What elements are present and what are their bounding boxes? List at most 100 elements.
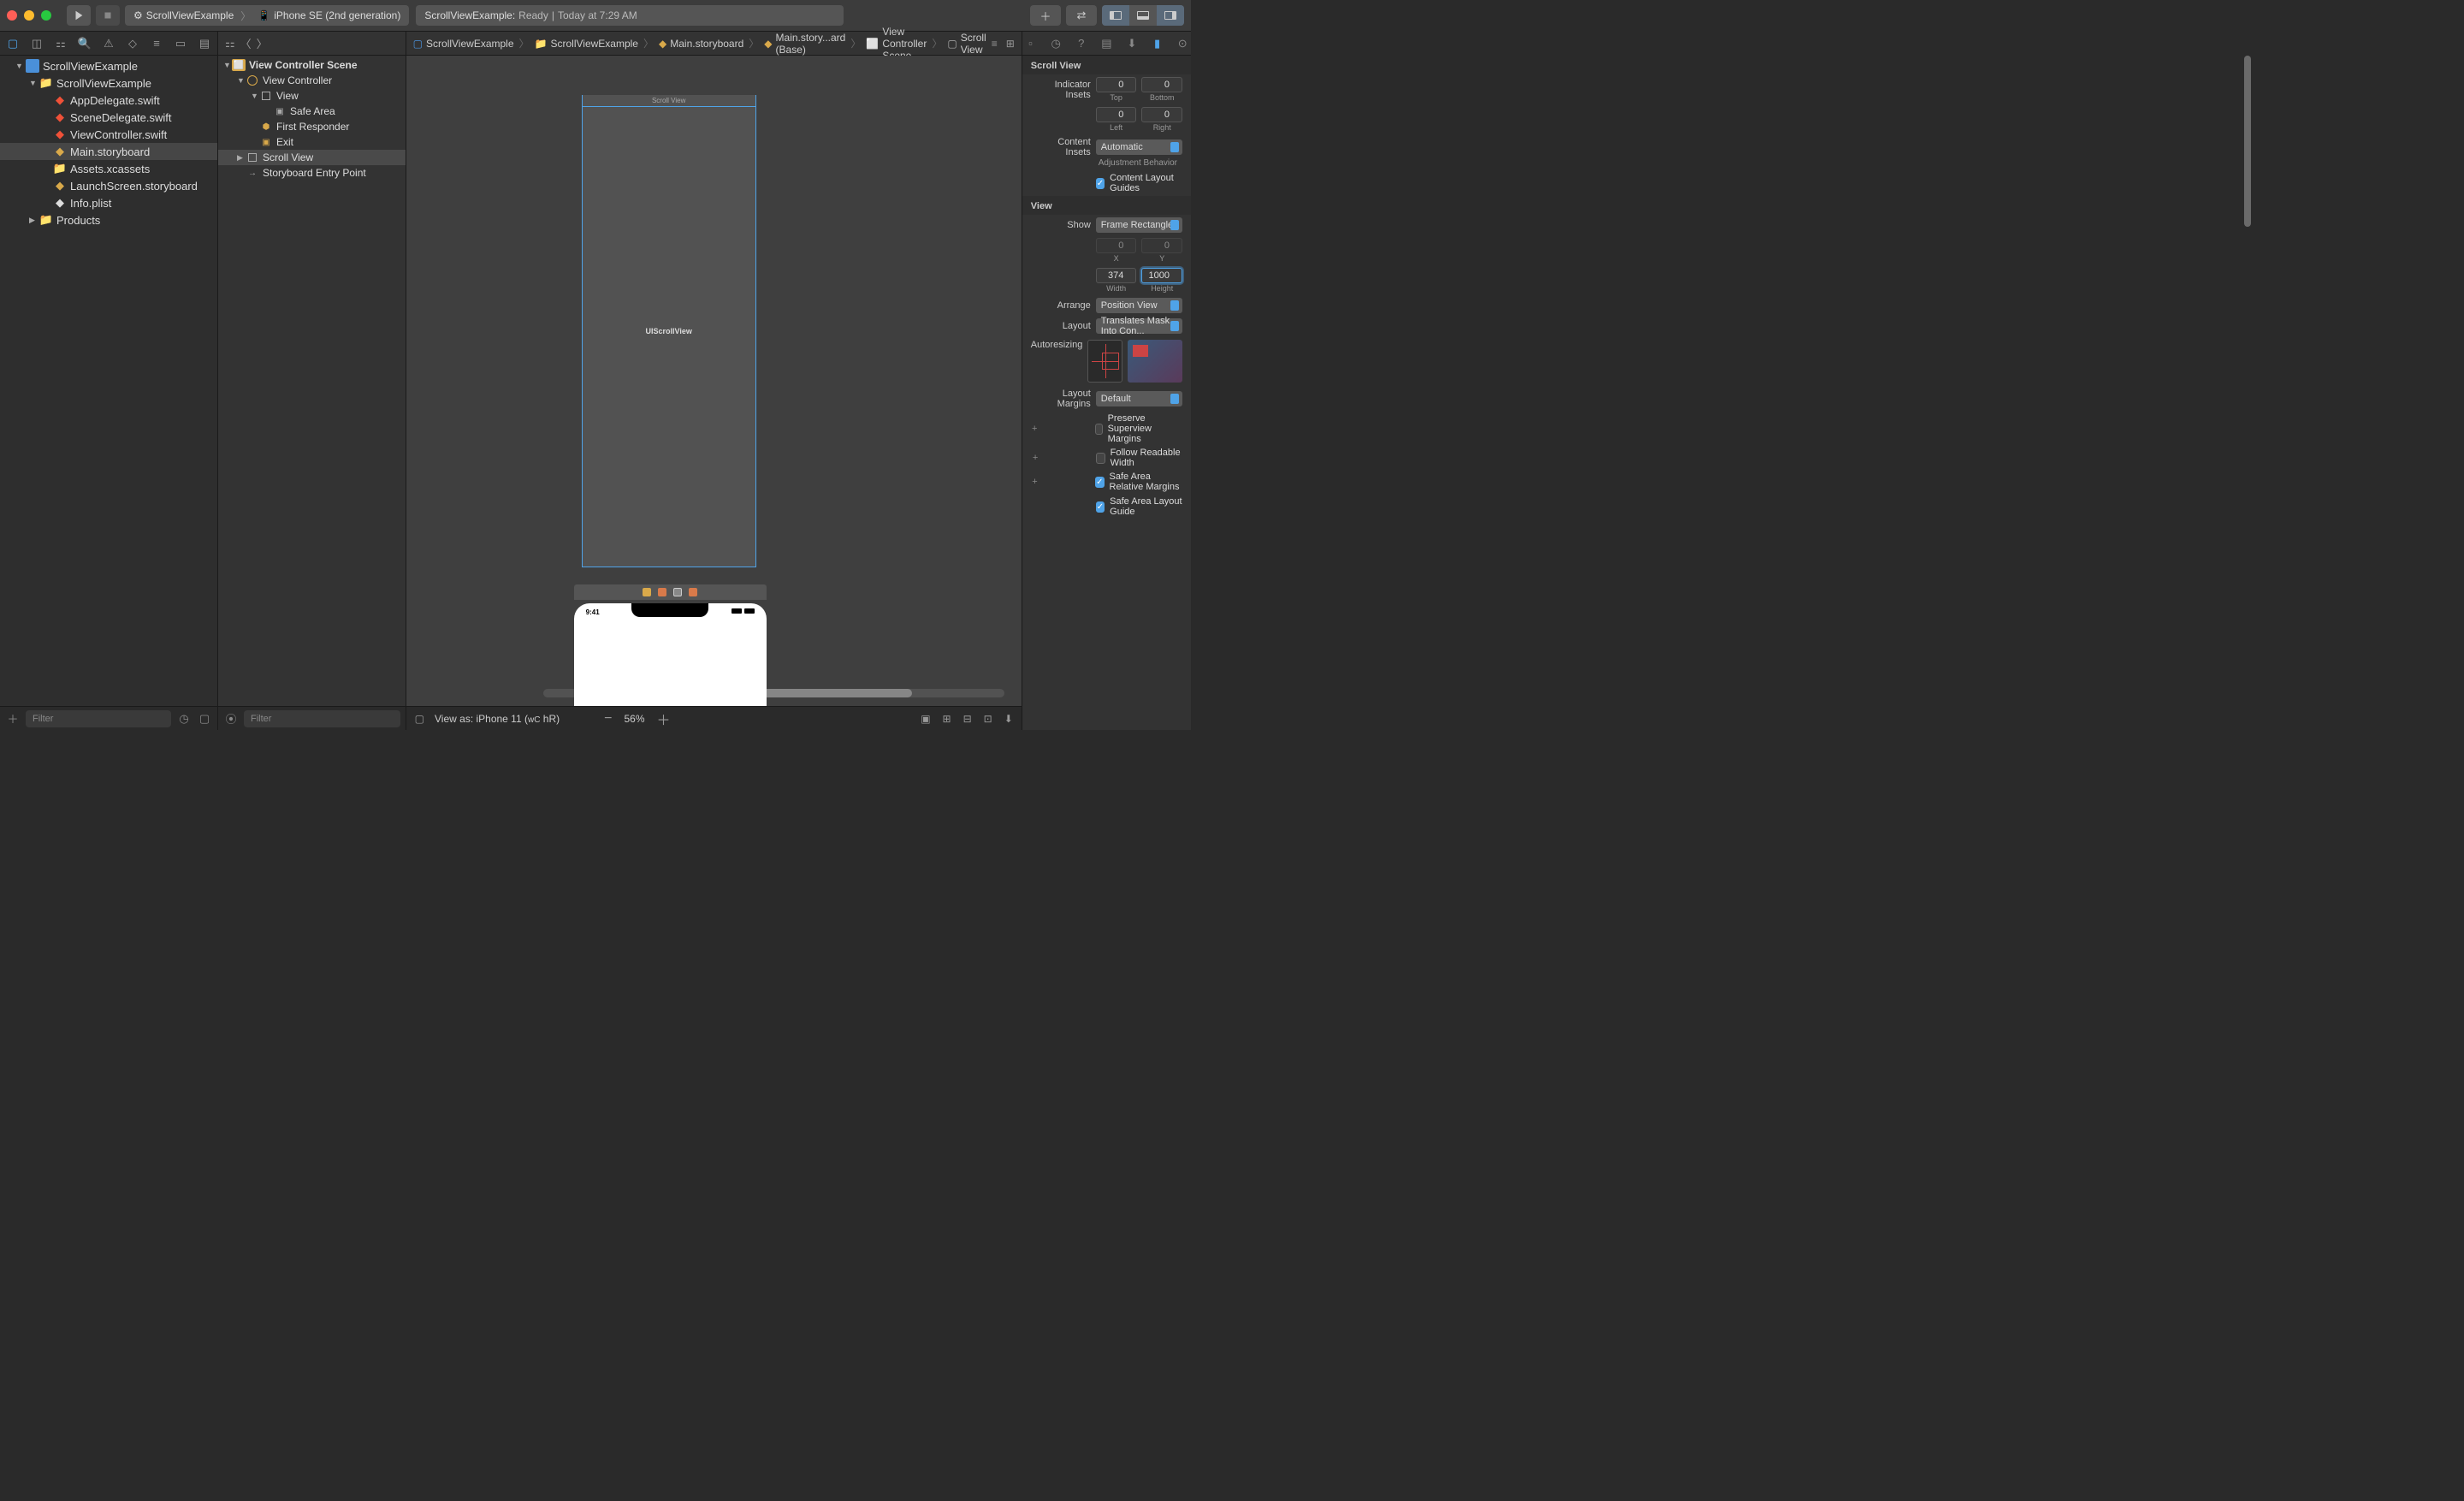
inset-bottom-input[interactable]: [1141, 77, 1182, 92]
debug-navigator-icon[interactable]: ≡: [149, 36, 164, 51]
canvas-phone-frame[interactable]: 9:41: [574, 584, 767, 706]
tree-project-root[interactable]: ▼ScrollViewExample: [0, 57, 217, 74]
zoom-out-button[interactable]: −: [604, 711, 612, 727]
height-input[interactable]: [1141, 268, 1182, 283]
test-navigator-icon[interactable]: ◇: [125, 36, 140, 51]
pin-button[interactable]: ⊞: [943, 713, 951, 725]
add-file-button[interactable]: ＋: [5, 711, 21, 727]
identity-inspector-tab[interactable]: ▤: [1099, 35, 1116, 52]
code-review-button[interactable]: ⇄: [1066, 5, 1097, 26]
tree-folder[interactable]: ▼📁ScrollViewExample: [0, 74, 217, 92]
stop-button[interactable]: [96, 5, 120, 26]
symbol-navigator-icon[interactable]: ⚏: [53, 36, 68, 51]
outline-safearea[interactable]: ▣Safe Area: [218, 104, 406, 119]
jump-item-3[interactable]: ◆Main.storyboard: [659, 38, 743, 50]
canvas-vertical-scrollbar[interactable]: [2243, 56, 2252, 1477]
inset-left-input[interactable]: [1096, 107, 1137, 122]
resolve-issues-button[interactable]: ⊟: [963, 713, 972, 725]
layout-margins-select[interactable]: Default: [1096, 391, 1182, 406]
maximize-window-button[interactable]: [41, 10, 51, 21]
tree-file-assets[interactable]: 📁Assets.xcassets: [0, 160, 217, 177]
tree-products[interactable]: ▶📁Products: [0, 211, 217, 228]
follow-readable-checkbox[interactable]: [1096, 453, 1105, 464]
content-insets-select[interactable]: Automatic: [1096, 139, 1182, 155]
outline-exit[interactable]: ▣Exit: [218, 134, 406, 150]
help-inspector-tab[interactable]: ?: [1073, 35, 1090, 52]
vc-dock-icon[interactable]: [643, 588, 651, 596]
jump-item-6[interactable]: ▢Scroll View: [947, 32, 986, 56]
toggle-left-panel[interactable]: [1102, 5, 1129, 26]
history-inspector-tab[interactable]: ◷: [1047, 35, 1064, 52]
width-input[interactable]: [1096, 268, 1137, 283]
recent-filter-button[interactable]: ◷: [176, 711, 192, 727]
tree-file-scenedelegate[interactable]: ◆SceneDelegate.swift: [0, 109, 217, 126]
outline-view[interactable]: ▼View: [218, 88, 406, 104]
tree-file-infoplist[interactable]: ◆Info.plist: [0, 194, 217, 211]
outline-filter-icon[interactable]: ⦿: [223, 711, 239, 727]
breakpoint-navigator-icon[interactable]: ▭: [173, 36, 188, 51]
activity-status[interactable]: ScrollViewExample: Ready | Today at 7:29…: [416, 5, 844, 26]
close-window-button[interactable]: [7, 10, 17, 21]
zoom-level[interactable]: 56%: [624, 713, 644, 725]
layout-select[interactable]: Translates Mask Into Con...: [1096, 318, 1182, 334]
outline-entrypoint[interactable]: →Storyboard Entry Point: [218, 165, 406, 181]
align-button[interactable]: ▣: [921, 713, 930, 725]
content-layout-guides-checkbox[interactable]: ✓: [1096, 178, 1105, 189]
minimize-window-button[interactable]: [24, 10, 34, 21]
report-navigator-icon[interactable]: ▤: [197, 36, 212, 51]
file-inspector-tab[interactable]: ▫: [1022, 35, 1040, 52]
viewas-label[interactable]: View as: iPhone 11 (wC hR): [435, 713, 560, 725]
run-button[interactable]: [67, 5, 91, 26]
embed-button[interactable]: ⊡: [984, 713, 992, 725]
safe-guide-checkbox[interactable]: ✓: [1096, 501, 1105, 513]
toggle-outline-button[interactable]: ▢: [415, 713, 424, 725]
show-select[interactable]: Frame Rectangle: [1096, 217, 1182, 233]
outline-scene[interactable]: ▼⬜View Controller Scene: [218, 57, 406, 73]
find-navigator-icon[interactable]: 🔍: [77, 36, 92, 51]
adjust-editor-icon[interactable]: ≡: [992, 38, 998, 50]
outline-firstresponder[interactable]: ⬢First Responder: [218, 119, 406, 134]
jump-item-1[interactable]: ▢ScrollViewExample: [413, 38, 514, 50]
back-icon[interactable]: 〈: [240, 35, 252, 51]
tree-file-appdelegate[interactable]: ◆AppDelegate.swift: [0, 92, 217, 109]
responder-dock-icon[interactable]: [658, 588, 666, 596]
inset-right-input[interactable]: [1141, 107, 1182, 122]
scheme-selector[interactable]: ⚙ ScrollViewExample 〉 📱 iPhone SE (2nd g…: [125, 5, 409, 26]
navigator-filter-input[interactable]: [26, 710, 171, 727]
jump-item-4[interactable]: ◆Main.story...ard (Base): [764, 32, 845, 56]
exit-dock-icon[interactable]: [673, 588, 682, 596]
tree-file-viewcontroller[interactable]: ◆ViewController.swift: [0, 126, 217, 143]
preserve-superview-checkbox[interactable]: [1095, 424, 1103, 435]
outline-filter-input[interactable]: [244, 710, 400, 727]
outline-scrollview[interactable]: ▶Scroll View: [218, 150, 406, 165]
interface-builder-canvas[interactable]: Scroll View UIScrollView 9:41: [406, 56, 1022, 706]
project-navigator-icon[interactable]: ▢: [5, 36, 21, 51]
library-button[interactable]: ＋: [1030, 5, 1061, 26]
related-items-icon[interactable]: ⚏: [225, 37, 235, 50]
add-variation-button-1[interactable]: +: [1031, 424, 1039, 434]
canvas-scrollview-object[interactable]: Scroll View UIScrollView: [582, 95, 756, 567]
size-inspector-tab[interactable]: ▮: [1149, 35, 1166, 52]
source-control-navigator-icon[interactable]: ◫: [29, 36, 44, 51]
outline-viewcontroller[interactable]: ▼View Controller: [218, 73, 406, 88]
forward-icon[interactable]: 〉: [257, 35, 268, 51]
scm-filter-button[interactable]: ▢: [197, 711, 212, 727]
canvas-horizontal-scrollbar[interactable]: [543, 689, 1004, 697]
jump-item-2[interactable]: 📁ScrollViewExample: [535, 38, 638, 50]
safe-relative-checkbox[interactable]: ✓: [1095, 477, 1104, 488]
extra-dock-icon[interactable]: [689, 588, 697, 596]
arrange-select[interactable]: Position View: [1096, 298, 1182, 313]
add-variation-button-3[interactable]: +: [1031, 477, 1039, 487]
toggle-right-panel[interactable]: [1157, 5, 1184, 26]
zoom-in-button[interactable]: ＋: [657, 709, 671, 729]
stack-button[interactable]: ⬇: [1004, 713, 1013, 725]
connections-inspector-tab[interactable]: ⊙: [1174, 35, 1191, 52]
autoresizing-mask-control[interactable]: [1087, 340, 1122, 383]
inset-top-input[interactable]: [1096, 77, 1137, 92]
add-variation-button-2[interactable]: +: [1031, 453, 1040, 463]
attributes-inspector-tab[interactable]: ⬇: [1123, 35, 1140, 52]
tree-file-launchscreen[interactable]: ◆LaunchScreen.storyboard: [0, 177, 217, 194]
issue-navigator-icon[interactable]: ⚠: [101, 36, 116, 51]
add-editor-icon[interactable]: ⊞: [1006, 38, 1015, 50]
tree-file-mainstoryboard[interactable]: ◆Main.storyboard: [0, 143, 217, 160]
